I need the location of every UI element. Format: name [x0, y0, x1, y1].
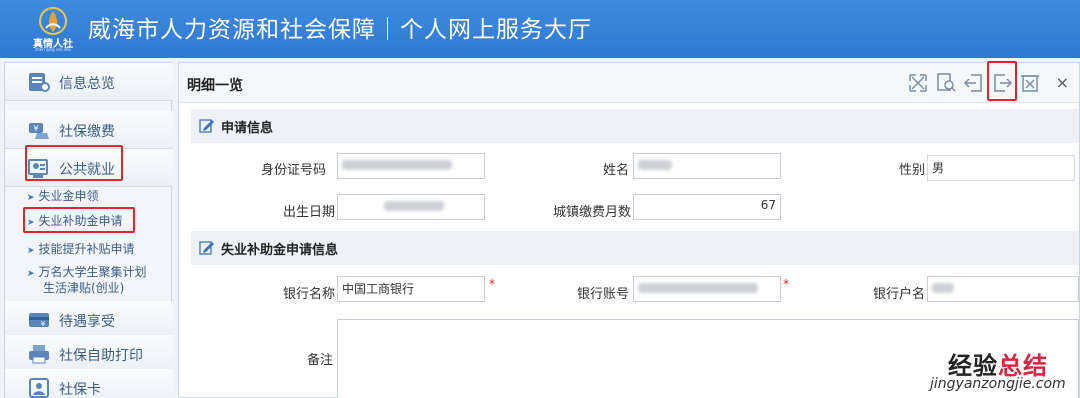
required-mark: * [489, 277, 495, 291]
sidebar-nav: 信息总览 ¥ 社保缴费 公共就业 ➤ 失业金申领 ➤ 失业补助金申请 ➤ 技能提升补贴… [4, 62, 173, 398]
logo-icon [39, 7, 67, 35]
redacted-value [932, 282, 954, 293]
sidebar-item-label: 社保卡 [59, 382, 101, 398]
redacted-value [638, 159, 672, 170]
section-title: 失业补助金申请信息 [221, 243, 339, 258]
logo-subtext: zhen qing ren she [35, 47, 71, 52]
remark-label: 备注 [307, 353, 334, 368]
id-number-field[interactable] [337, 153, 485, 179]
panel-header: 明细一览 × [179, 61, 1079, 103]
panel-title: 明细一览 [187, 78, 243, 94]
arrow-right-icon: ➤ [27, 246, 35, 256]
import-icon[interactable] [963, 72, 985, 94]
site-title: 威海市人力资源和社会保障｜个人网上服务大厅 [88, 17, 592, 43]
detail-panel: 明细一览 × 申请信息 身份证号码 姓名 性别 男 出生日期 城镇缴费月数 67… [178, 61, 1080, 398]
sidebar-subitem-skill-subsidy[interactable]: ➤ 技能提升补贴申请 [27, 240, 135, 257]
bank-account-field[interactable] [633, 276, 781, 302]
printer-icon [29, 345, 49, 364]
edit-icon [199, 241, 214, 255]
sidebar-item-label: 信息总览 [59, 76, 115, 92]
watermark-url: jingyanzongjie.com [930, 376, 1066, 392]
bank-account-label: 银行账号 [577, 287, 630, 302]
arrow-right-icon: ➤ [27, 193, 35, 203]
info-overview-icon [29, 73, 50, 92]
months-label: 城镇缴费月数 [553, 205, 632, 220]
section-title: 申请信息 [221, 121, 274, 136]
section-header-application-info: 申请信息 [191, 109, 1079, 143]
benefit-icon: ¥ [29, 313, 49, 328]
highlight-box-employment [25, 145, 123, 181]
gender-field[interactable]: 男 [927, 155, 1075, 181]
redacted-value [384, 200, 444, 211]
redacted-value [342, 159, 452, 170]
delete-icon[interactable] [1019, 72, 1041, 94]
site-header: 真情人社 zhen qing ren she 威海市人力资源和社会保障｜个人网上… [0, 0, 1080, 58]
id-number-label: 身份证号码 [261, 163, 327, 178]
bank-name-field[interactable]: 中国工商银行 [337, 276, 485, 302]
svg-text:¥: ¥ [33, 124, 38, 133]
name-field[interactable] [633, 153, 781, 179]
birth-date-field[interactable] [337, 194, 485, 220]
required-mark: * [783, 277, 789, 291]
sidebar-subitem-unemployment-benefit[interactable]: ➤ 失业金申领 [27, 187, 99, 204]
svg-text:¥: ¥ [41, 320, 46, 328]
section-header-subsidy-info: 失业补助金申请信息 [191, 231, 1079, 265]
redacted-value [638, 282, 758, 293]
search-doc-icon[interactable] [935, 72, 957, 94]
sidebar-item-self-print[interactable]: 社保自助打印 [5, 335, 173, 373]
card-icon [29, 378, 49, 398]
sidebar-item-social-card[interactable]: 社保卡 [5, 369, 173, 398]
sidebar-item-label: 社保缴费 [59, 124, 115, 140]
sidebar-item-social-payment[interactable]: ¥ 社保缴费 [5, 111, 173, 149]
account-holder-label: 银行户名 [873, 287, 926, 302]
highlight-box-export [987, 61, 1017, 101]
sidebar-subitem-graduate-allowance[interactable]: ➤ 万名大学生聚集计划 生活津贴(创业) [27, 265, 147, 295]
expand-icon[interactable] [907, 72, 929, 94]
sidebar-item-label: 待遇享受 [59, 314, 115, 330]
sidebar-item-label: 社保自助打印 [59, 348, 143, 364]
site-logo[interactable]: 真情人社 zhen qing ren she [28, 4, 78, 54]
highlight-box-subsidy [23, 207, 135, 233]
months-field[interactable]: 67 [633, 194, 781, 220]
sidebar-item-info-overview[interactable]: 信息总览 [5, 63, 173, 101]
bank-name-label: 银行名称 [283, 287, 336, 302]
close-icon[interactable]: × [1056, 73, 1069, 92]
gender-label: 性别 [899, 163, 926, 178]
arrow-right-icon: ➤ [27, 269, 35, 279]
edit-icon [199, 119, 214, 133]
sidebar-item-benefits[interactable]: ¥ 待遇享受 [5, 301, 173, 339]
payment-icon: ¥ [29, 123, 49, 139]
birth-date-label: 出生日期 [283, 205, 336, 220]
name-label: 姓名 [603, 163, 630, 178]
account-holder-field[interactable] [927, 276, 1079, 302]
